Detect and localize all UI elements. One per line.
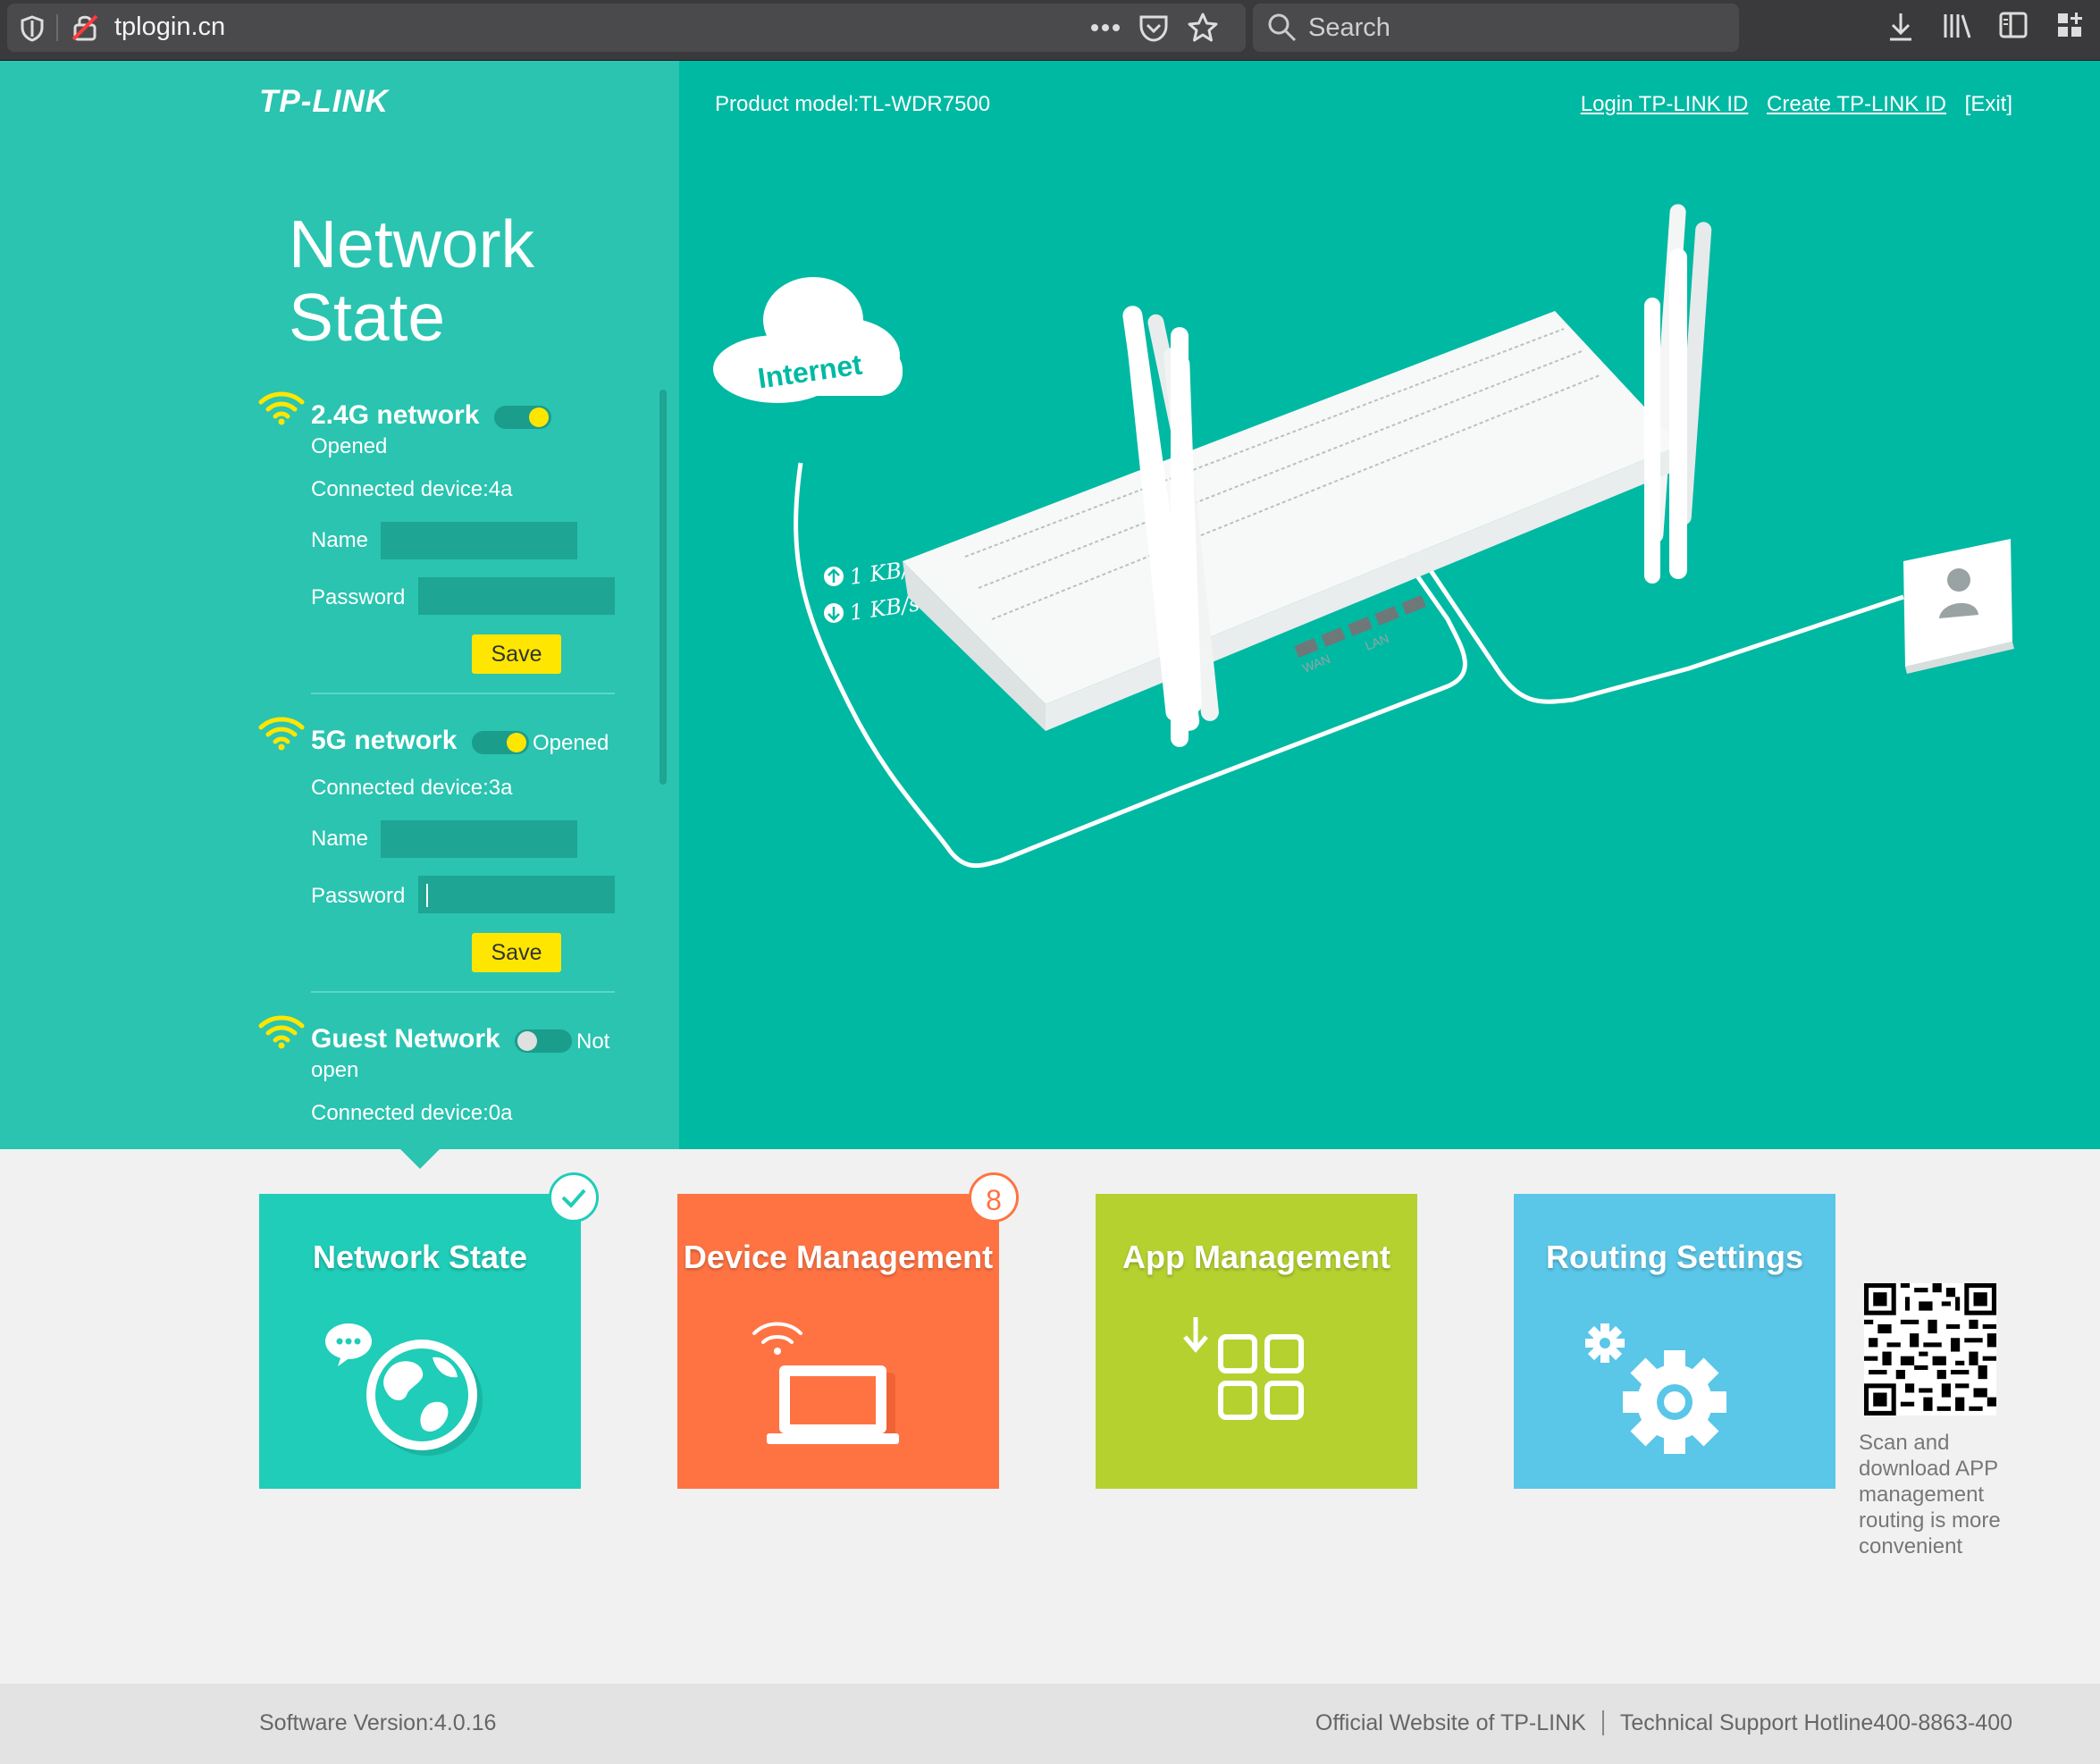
software-version: Software Version:4.0.16	[259, 1710, 497, 1735]
gear-icon	[1585, 1323, 1726, 1454]
device-count-value: 8	[986, 1184, 1002, 1216]
tp-link-logo: TP-LINK	[259, 84, 390, 119]
network-24g-toggle[interactable]	[494, 406, 551, 429]
network-24g-password-input[interactable]	[418, 577, 615, 615]
network-topology-illustration: Internet 1 KB/s 1 KB/s WAN LAN	[713, 204, 2014, 869]
tile-device-management[interactable]: Device Management 8	[677, 1172, 1019, 1489]
url-text[interactable]: tplogin.cn	[114, 13, 225, 42]
tile-network-state-label: Network State	[312, 1239, 528, 1275]
router-icon: WAN LAN	[903, 204, 1712, 747]
network-5g-password-input[interactable]	[418, 876, 615, 913]
sidebar-scrollbar[interactable]	[659, 390, 667, 785]
active-check-badge	[549, 1172, 599, 1222]
download-speed-indicator: 1 KB/s	[824, 591, 921, 626]
address-separator	[56, 14, 58, 41]
support-hotline: Technical Support Hotline400-8863-400	[1619, 1710, 2012, 1735]
network-24g-name-input[interactable]	[381, 522, 577, 559]
shield-icon[interactable]	[20, 15, 45, 42]
library-icon[interactable]	[1941, 11, 1973, 41]
globe-icon	[325, 1323, 483, 1456]
guest-network-title: Guest Network	[311, 1024, 500, 1054]
tile-routing-settings-label: Routing Settings	[1546, 1239, 1803, 1275]
extensions-icon[interactable]	[2055, 11, 2086, 39]
network-24g-title: 2.4G network	[311, 400, 480, 430]
page-title: Network State	[289, 207, 534, 354]
tile-app-management-label: App Management	[1121, 1239, 1391, 1275]
downloads-icon[interactable]	[1886, 11, 1916, 43]
tile-network-state[interactable]: Network State	[259, 1172, 599, 1489]
text-caret	[426, 884, 428, 907]
network-5g-save-button[interactable]: Save	[472, 933, 561, 972]
search-placeholder[interactable]: Search	[1308, 13, 1390, 43]
official-website-link[interactable]: Official Website of TP-LINK	[1315, 1710, 1586, 1735]
footer-links: Official Website of TP-LINK Technical Sup…	[1315, 1710, 2012, 1736]
network-5g-password-label: Password	[311, 884, 406, 908]
section-divider	[311, 991, 615, 993]
section-divider	[311, 693, 615, 694]
network-5g-devices: Connected device:3a	[311, 776, 513, 800]
app-download-qr-code	[1864, 1283, 1996, 1415]
laptop-wifi-icon	[752, 1322, 899, 1444]
guest-network-toggle[interactable]	[515, 1029, 572, 1053]
wifi-icon	[258, 1015, 305, 1049]
page-title-line1: Network	[289, 206, 535, 281]
insecure-lock-icon[interactable]	[70, 13, 102, 43]
sidebar-toggle-icon[interactable]	[1998, 11, 2029, 39]
guest-network-state-line2: open	[311, 1058, 359, 1082]
device-count-badge: 8	[969, 1172, 1019, 1222]
footer-divider	[1601, 1710, 1604, 1735]
bookmark-star-icon[interactable]	[1187, 12, 1219, 44]
network-5g-state: Opened	[533, 731, 609, 755]
network-24g-password-label: Password	[311, 585, 406, 609]
network-24g-devices: Connected device:4a	[311, 477, 513, 501]
wifi-icon	[258, 717, 305, 751]
search-bar[interactable]: Search	[1253, 4, 1739, 52]
app-grid-icon	[1183, 1317, 1304, 1420]
active-tile-pointer	[400, 1149, 440, 1169]
network-24g-name-label: Name	[311, 528, 369, 552]
network-5g-name-label: Name	[311, 827, 369, 851]
network-24g-state: Opened	[311, 434, 388, 458]
page-title-line2: State	[289, 280, 446, 355]
network-5g-name-input[interactable]	[381, 820, 577, 858]
more-actions-icon[interactable]	[1090, 23, 1121, 32]
tile-app-management[interactable]: App Management	[1096, 1194, 1417, 1489]
check-icon	[561, 1189, 586, 1208]
address-bar[interactable]: tplogin.cn	[7, 4, 1246, 52]
wifi-icon	[258, 391, 305, 425]
browser-toolbar: tplogin.cn Search	[0, 0, 2100, 61]
tile-routing-settings[interactable]: Routing Settings	[1514, 1194, 1835, 1489]
network-24g-save-button[interactable]: Save	[472, 634, 561, 674]
pocket-icon[interactable]	[1138, 13, 1169, 43]
network-5g-title: 5G network	[311, 726, 458, 755]
client-device-icon	[1903, 539, 2014, 674]
search-icon	[1268, 13, 1297, 42]
guest-network-devices: Connected device:0a	[311, 1101, 513, 1125]
footer: Software Version:4.0.16 Official Website…	[0, 1684, 2100, 1764]
tile-device-management-label: Device Management	[683, 1239, 994, 1275]
qr-caption: Scan and download APP management routing…	[1859, 1431, 2001, 1558]
network-5g-toggle[interactable]	[472, 731, 529, 754]
svg-text:LAN: LAN	[1363, 631, 1390, 653]
guest-network-state-line1: Not	[576, 1029, 610, 1054]
